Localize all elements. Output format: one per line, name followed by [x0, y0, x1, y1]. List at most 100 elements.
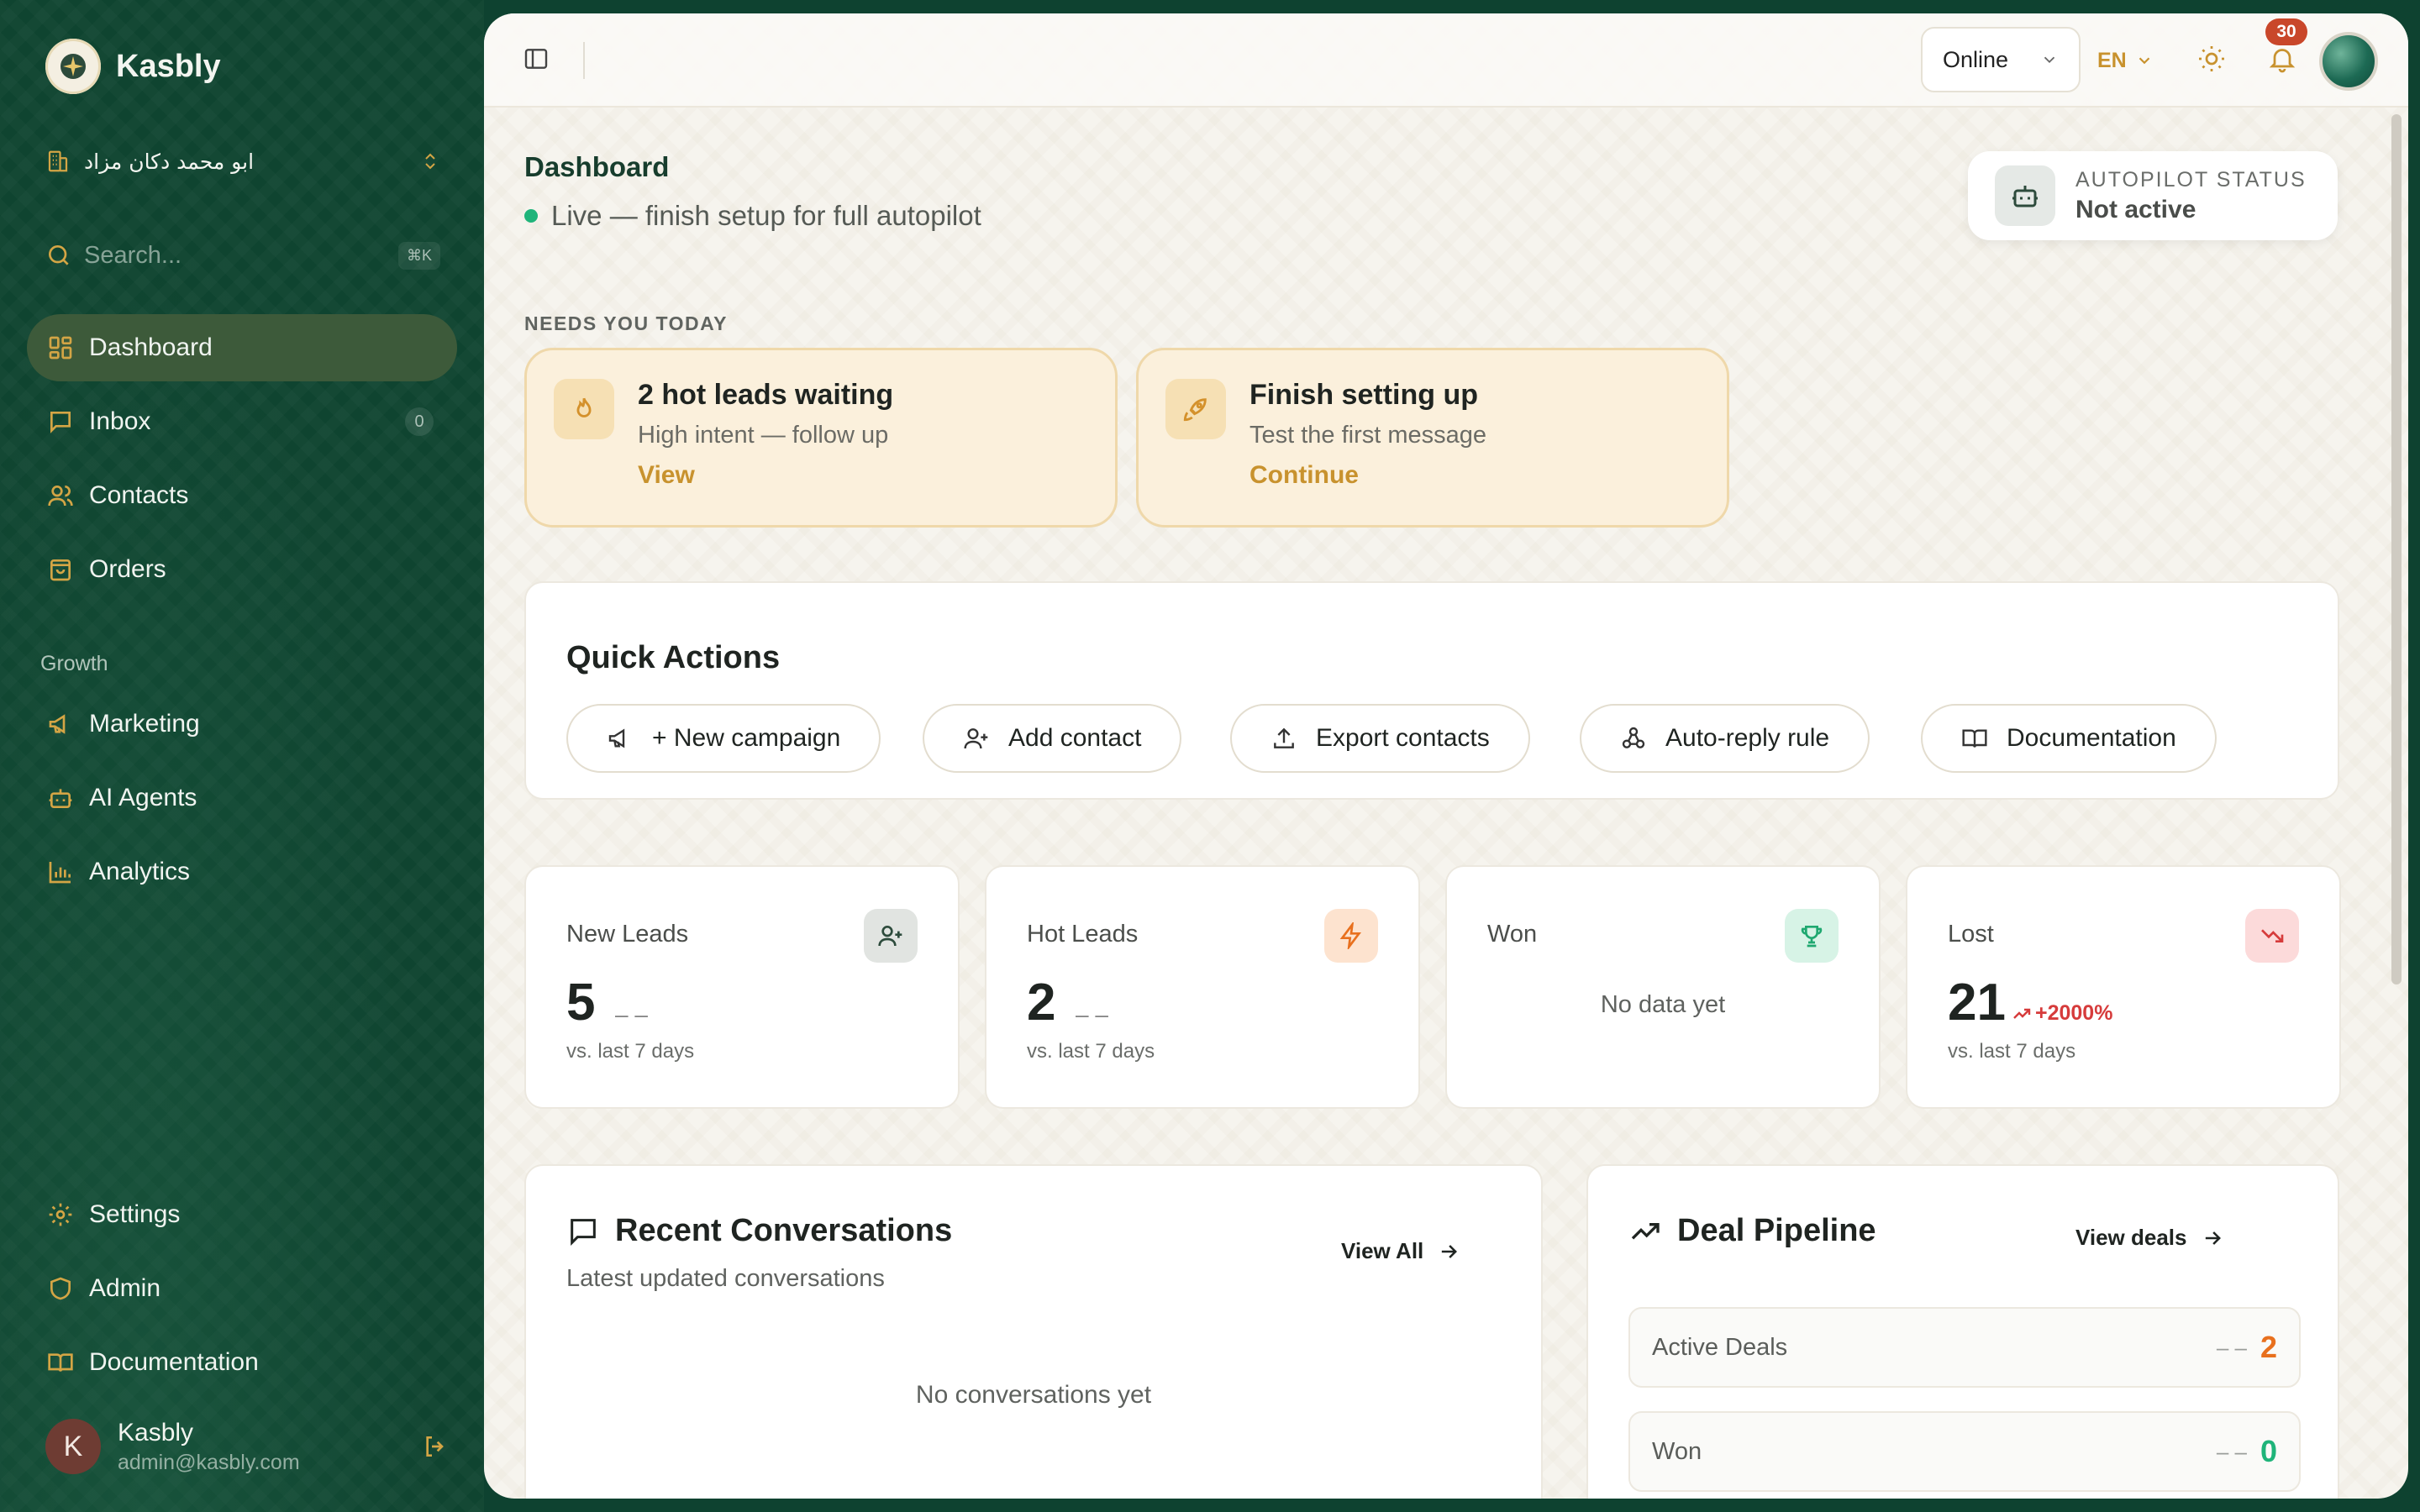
stat-card-hot-leads: Hot Leads 2 – – vs. last 7 days	[985, 865, 1420, 1109]
stat-value: 21	[1948, 974, 2006, 1032]
user-name: Kasbly	[118, 1418, 194, 1446]
search-input[interactable]: Search... ⌘K	[45, 234, 440, 277]
workspace-name: ابو محمد دكان مزاد	[84, 149, 255, 174]
scrollbar[interactable]	[2391, 114, 2402, 984]
rocket-icon	[1165, 379, 1226, 439]
sidebar-item-label: Documentation	[89, 1348, 259, 1376]
logout-icon[interactable]	[422, 1433, 449, 1460]
arrow-right-icon	[2205, 1231, 2221, 1245]
stat-value: 2	[1027, 974, 1056, 1032]
stat-comparison: vs. last 7 days	[1948, 1040, 2076, 1063]
deal-row-won[interactable]: Won – – 0	[1628, 1411, 2301, 1492]
view-link[interactable]: View	[638, 461, 893, 490]
webhook-icon	[1622, 727, 1645, 748]
arrow-right-icon	[1442, 1244, 1458, 1258]
button-label: Documentation	[2007, 724, 2176, 752]
inbox-count-badge: 0	[405, 407, 434, 436]
stat-label: New Leads	[566, 921, 689, 948]
live-status: Live — finish setup for full autopilot	[524, 200, 981, 232]
user-plus-icon	[864, 909, 918, 963]
toolbar-divider	[583, 42, 585, 79]
search-placeholder: Search...	[84, 241, 182, 269]
sidebar-item-label: Dashboard	[89, 333, 213, 361]
live-dot-icon	[524, 209, 538, 223]
top-bar: Online EN 30	[484, 13, 2408, 108]
bell-icon[interactable]	[2267, 44, 2297, 74]
card-title: Deal Pipeline	[1677, 1213, 1876, 1248]
hot-leads-card[interactable]: 2 hot leads waiting High intent — follow…	[524, 348, 1118, 528]
card-title: 2 hot leads waiting	[638, 379, 894, 411]
notification-count-badge: 30	[2265, 18, 2307, 45]
deal-pipeline-card: Deal Pipeline View deals Active Deals – …	[1586, 1164, 2339, 1499]
chevron-down-icon	[2139, 57, 2150, 65]
sidebar-item-inbox[interactable]: Inbox 0	[27, 388, 457, 455]
new-campaign-button[interactable]: + New campaign	[566, 704, 881, 773]
deal-row-trend: – –	[2216, 1438, 2247, 1464]
finish-setup-card[interactable]: Finish setting up Test the first message…	[1136, 348, 1729, 528]
sidebar-item-admin[interactable]: Admin	[27, 1255, 457, 1322]
orders-icon	[50, 559, 71, 581]
stat-card-won: Won No data yet	[1445, 865, 1881, 1109]
deal-row-value: 0	[2260, 1434, 2277, 1468]
export-contacts-button[interactable]: Export contacts	[1230, 704, 1530, 773]
conversations-empty-state: No conversations yet	[915, 1381, 1152, 1409]
sidebar-item-label: Admin	[89, 1274, 161, 1302]
button-label: Add contact	[1008, 724, 1142, 752]
shield-icon	[50, 1277, 71, 1300]
status-select[interactable]: Online	[1921, 27, 2081, 92]
continue-link[interactable]: Continue	[1249, 461, 1486, 490]
sidebar-item-settings[interactable]: Settings	[27, 1181, 457, 1248]
stat-trend: – –	[615, 1001, 648, 1027]
growth-section-label: Growth	[40, 652, 108, 675]
button-label: + New campaign	[652, 724, 841, 752]
deal-pipeline-header: Deal Pipeline	[1628, 1213, 1876, 1249]
sidebar-item-label: Contacts	[89, 481, 189, 509]
needs-today-label: NEEDS YOU TODAY	[524, 312, 728, 334]
view-all-button[interactable]: View All	[1341, 1238, 1460, 1264]
documentation-button[interactable]: Documentation	[1921, 704, 2217, 773]
workspace-switcher[interactable]: ابو محمد دكان مزاد	[45, 143, 440, 180]
page-title: Dashboard	[524, 151, 670, 182]
trending-up-icon	[2013, 1008, 2031, 1019]
sidebar-item-documentation[interactable]: Documentation	[27, 1329, 457, 1396]
stat-label: Hot Leads	[1027, 921, 1139, 948]
view-deals-button[interactable]: View deals	[2075, 1225, 2224, 1251]
stat-card-new-leads: New Leads 5 – – vs. last 7 days	[524, 865, 960, 1109]
add-contact-button[interactable]: Add contact	[923, 704, 1182, 773]
language-select[interactable]: EN	[2097, 42, 2154, 79]
auto-reply-rule-button[interactable]: Auto-reply rule	[1580, 704, 1870, 773]
recent-conversations-header: Recent Conversations	[566, 1213, 952, 1249]
sidebar-item-label: Marketing	[89, 710, 200, 738]
deal-row-value: 2	[2260, 1330, 2277, 1364]
main-panel: Online EN 30 Dashboard Live — finish set…	[484, 13, 2408, 1499]
autopilot-status-value: Not active	[2075, 195, 2196, 223]
sidebar-item-marketing[interactable]: Marketing	[27, 690, 457, 758]
status-value: Online	[1943, 46, 2009, 72]
book-icon	[48, 1353, 73, 1372]
quick-actions-title: Quick Actions	[566, 640, 781, 675]
stat-empty-state: No data yet	[1600, 991, 1726, 1018]
sidebar-toggle-icon[interactable]	[523, 45, 550, 72]
deal-row-active[interactable]: Active Deals – – 2	[1628, 1307, 2301, 1388]
sidebar-item-contacts[interactable]: Contacts	[27, 462, 457, 529]
sidebar-item-analytics[interactable]: Analytics	[27, 838, 457, 906]
bar-chart-icon	[49, 862, 71, 884]
search-shortcut: ⌘K	[397, 241, 440, 270]
sidebar-item-dashboard[interactable]: Dashboard	[27, 314, 457, 381]
sidebar-item-orders[interactable]: Orders	[27, 536, 457, 603]
sidebar-item-ai-agents[interactable]: AI Agents	[27, 764, 457, 832]
avatar[interactable]	[2319, 32, 2378, 91]
sidebar-item-label: Inbox	[89, 407, 151, 435]
sidebar: Kasbly ابو محمد دكان مزاد Search... ⌘K D…	[0, 0, 484, 1512]
trending-up-icon	[1631, 1222, 1660, 1240]
lightning-icon	[1324, 909, 1378, 963]
stat-label: Lost	[1948, 921, 1994, 948]
stat-card-lost: Lost 21 +2000% vs. last 7 days	[1906, 865, 2341, 1109]
sun-icon[interactable]	[2196, 44, 2227, 74]
brand[interactable]: Kasbly	[45, 39, 221, 94]
dashboard-icon	[49, 336, 72, 360]
deal-row-label: Active Deals	[1652, 1333, 1788, 1361]
quick-actions-card: Quick Actions + New campaign Add contact…	[524, 581, 2339, 800]
sidebar-item-label: Orders	[89, 555, 166, 583]
book-icon	[1962, 729, 1987, 748]
